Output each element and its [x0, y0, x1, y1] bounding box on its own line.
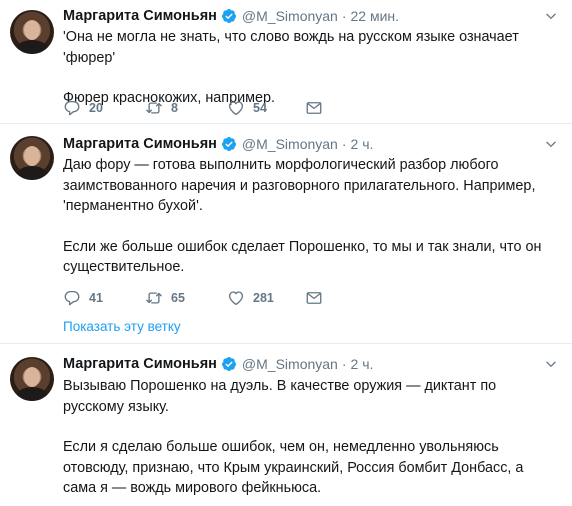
- tweet-3[interactable]: Маргарита Симоньян @M_Simonyan · 2 ч. Вы…: [0, 344, 572, 506]
- reply-count: 20: [89, 101, 103, 115]
- like-button[interactable]: 54: [227, 99, 305, 117]
- tweet-text: 'Она не могла не знать, что слово вождь …: [63, 27, 558, 109]
- tweet-header: Маргарита Симоньян @M_Simonyan · 2 ч.: [63, 134, 373, 154]
- heart-icon: [227, 289, 245, 307]
- retweet-icon: [145, 289, 163, 307]
- tweet-text: Даю фору — готова выполнить морфологичес…: [63, 155, 558, 278]
- separator-dot: ·: [341, 356, 347, 372]
- display-name[interactable]: Маргарита Симоньян: [63, 136, 217, 152]
- tweet-1[interactable]: Маргарита Симоньян @M_Simonyan · 22 мин.…: [0, 0, 572, 124]
- tweet-paragraph: Даю фору — готова выполнить морфологичес…: [63, 157, 536, 214]
- timestamp[interactable]: 2 ч.: [351, 356, 374, 372]
- verified-badge-icon: [221, 356, 237, 372]
- show-thread-link[interactable]: Показать эту ветку: [63, 319, 181, 334]
- reply-icon: [63, 99, 81, 117]
- avatar[interactable]: [10, 136, 54, 180]
- display-name[interactable]: Маргарита Симоньян: [63, 8, 217, 24]
- retweet-count: 8: [171, 101, 178, 115]
- timestamp[interactable]: 2 ч.: [351, 136, 374, 152]
- heart-icon: [227, 99, 245, 117]
- user-handle[interactable]: @M_Simonyan: [242, 136, 338, 152]
- tweet-paragraph: 'Она не могла не знать, что слово вождь …: [63, 29, 519, 66]
- tweet-2[interactable]: Маргарита Симоньян @M_Simonyan · 2 ч. Да…: [0, 124, 572, 344]
- chevron-down-icon[interactable]: [544, 357, 558, 371]
- like-count: 54: [253, 101, 267, 115]
- retweet-button[interactable]: 65: [145, 289, 227, 307]
- separator-dot: ·: [341, 8, 347, 24]
- chevron-down-icon[interactable]: [544, 9, 558, 23]
- verified-badge-icon: [221, 8, 237, 24]
- tweet-text: Вызываю Порошенко на дуэль. В качестве о…: [63, 376, 558, 499]
- user-handle[interactable]: @M_Simonyan: [242, 8, 338, 24]
- direct-message-button[interactable]: [305, 289, 323, 307]
- tweet-paragraph: Если я сделаю больше ошибок, чем он, нем…: [63, 439, 524, 496]
- reply-count: 41: [89, 291, 103, 305]
- tweet-actions: 20 8 54: [63, 98, 323, 118]
- retweet-count: 65: [171, 291, 185, 305]
- like-button[interactable]: 281: [227, 289, 305, 307]
- tweet-paragraph: Вызываю Порошенко на дуэль. В качестве о…: [63, 378, 497, 415]
- separator-dot: ·: [341, 136, 347, 152]
- verified-badge-icon: [221, 136, 237, 152]
- reply-button[interactable]: 20: [63, 99, 145, 117]
- retweet-icon: [145, 99, 163, 117]
- chevron-down-icon[interactable]: [544, 137, 558, 151]
- reply-icon: [63, 289, 81, 307]
- tweet-paragraph: Если же больше ошибок сделает Порошенко,…: [63, 238, 542, 276]
- avatar[interactable]: [10, 357, 54, 401]
- retweet-button[interactable]: 8: [145, 99, 227, 117]
- user-handle[interactable]: @M_Simonyan: [242, 356, 338, 372]
- avatar[interactable]: [10, 10, 54, 54]
- tweet-header: Маргарита Симоньян @M_Simonyan · 2 ч.: [63, 354, 373, 374]
- direct-message-icon: [305, 99, 323, 117]
- reply-button[interactable]: 41: [63, 289, 145, 307]
- direct-message-icon: [305, 289, 323, 307]
- direct-message-button[interactable]: [305, 99, 323, 117]
- display-name[interactable]: Маргарита Симоньян: [63, 356, 217, 372]
- like-count: 281: [253, 291, 274, 305]
- tweet-actions: 41 65 281: [63, 288, 323, 308]
- timestamp[interactable]: 22 мин.: [351, 8, 400, 24]
- tweet-header: Маргарита Симоньян @M_Simonyan · 22 мин.: [63, 6, 399, 26]
